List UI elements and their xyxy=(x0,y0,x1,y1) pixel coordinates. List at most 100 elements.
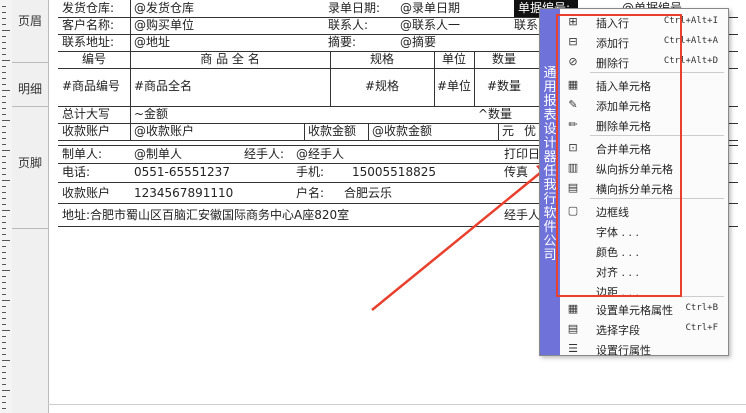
grid-cell[interactable]: 摘要: xyxy=(324,34,396,51)
grid-cell[interactable]: @摘要 xyxy=(396,34,536,51)
ruler-tick xyxy=(2,348,6,349)
band-separator xyxy=(12,62,48,63)
ruler-tick xyxy=(2,186,6,187)
grid-cell[interactable]: 联系人: xyxy=(324,17,396,34)
ruler-tick xyxy=(2,336,6,337)
grid-cell[interactable]: 客户名称: xyxy=(58,17,130,34)
ruler-tick xyxy=(2,144,6,145)
grid-cell[interactable]: 手机: xyxy=(292,162,348,182)
grid-cell[interactable]: @发货仓库 xyxy=(130,0,320,17)
grid-header-cell[interactable]: 商 品 全 名 xyxy=(130,51,330,68)
grid-cell[interactable]: #规格 xyxy=(330,78,434,95)
grid-cell[interactable]: @制单人 xyxy=(130,146,240,163)
ruler-tick xyxy=(2,252,6,253)
grid-cell[interactable]: 制单人: xyxy=(58,146,130,163)
grid-cell[interactable]: 优 xyxy=(520,123,540,140)
grid-cell[interactable]: 发货仓库: xyxy=(58,0,130,17)
grid-header-cell[interactable]: 单位 xyxy=(434,51,474,68)
ruler-tick xyxy=(2,72,6,73)
grid-cell[interactable]: 0551-65551237 xyxy=(130,162,260,182)
ruler-tick xyxy=(2,282,6,283)
ruler-tick xyxy=(2,384,6,385)
grid-cell[interactable]: #商品全名 xyxy=(130,78,330,95)
grid-cell[interactable]: 收款金额 xyxy=(304,123,368,140)
grid-cell[interactable]: @联系人一 xyxy=(396,17,506,34)
ruler-tick xyxy=(2,408,6,409)
grid-cell[interactable]: #商品编号 xyxy=(58,78,130,95)
ruler-tick xyxy=(2,378,6,379)
grid-header-cell[interactable]: 编号 xyxy=(58,51,130,68)
grid-cell[interactable]: 录单日期: xyxy=(324,0,400,17)
grid-cell[interactable]: 15005518825 xyxy=(348,162,478,182)
ruler-tick xyxy=(2,318,6,319)
ruler-tick xyxy=(2,192,6,193)
ruler-tick xyxy=(2,66,6,67)
grid-cell[interactable]: @收款账户 xyxy=(130,123,300,140)
ruler-tick xyxy=(2,36,6,37)
ruler-tick xyxy=(2,210,10,211)
grid-cell[interactable]: 收款账户 xyxy=(58,123,130,140)
grid-header-cell[interactable]: 规格 xyxy=(330,51,434,68)
band-label-footer[interactable]: 页脚 xyxy=(12,154,48,171)
menu-item[interactable]: ☰ 设置行属性 xyxy=(560,339,728,359)
grid-cell[interactable]: #单位 xyxy=(434,78,474,95)
ruler-tick xyxy=(2,18,6,19)
ruler-tick xyxy=(2,342,6,343)
grid-cell[interactable]: #数量 xyxy=(474,78,534,95)
ruler-tick xyxy=(2,300,10,301)
menu-item-label: 设置单元格属性 xyxy=(596,304,673,317)
ruler-tick xyxy=(2,270,10,271)
ruler-tick xyxy=(2,168,6,169)
ruler-tick xyxy=(2,360,10,361)
ruler-tick xyxy=(2,402,6,403)
ruler-tick xyxy=(2,246,6,247)
menu-item-shortcut: Ctrl+F xyxy=(685,323,718,333)
band-label-header[interactable]: 页眉 xyxy=(12,12,48,29)
grid-cell[interactable]: 打印日 xyxy=(500,146,540,163)
ruler-tick xyxy=(2,204,6,205)
ruler-tick xyxy=(2,156,6,157)
band-labels: 页眉 明细 页脚 xyxy=(12,0,49,413)
grid-cell[interactable]: ^数量 xyxy=(474,106,534,123)
ruler-tick xyxy=(2,390,10,391)
ruler-tick xyxy=(2,84,6,85)
menu-item-label: 设置行属性 xyxy=(596,344,651,357)
grid-cell[interactable]: 总计大写 xyxy=(58,106,130,123)
grid-cell[interactable]: 合肥云乐 xyxy=(340,183,440,203)
ruler-tick xyxy=(2,54,6,55)
grid-cell[interactable]: 联系地址: xyxy=(58,34,130,51)
grid-cell[interactable]: 1234567891110 xyxy=(130,183,260,203)
grid-cell[interactable]: 电话: xyxy=(58,162,130,182)
band-label-detail[interactable]: 明细 xyxy=(12,80,48,97)
ruler-tick xyxy=(2,78,6,79)
ruler-tick xyxy=(2,114,6,115)
grid-cell[interactable]: 地址:合肥市蜀山区百脑汇安徽国际商务中心A座820室 xyxy=(58,204,478,226)
menu-item[interactable]: ▤ 选择字段 Ctrl+F xyxy=(560,319,728,339)
grid-cell[interactable]: 收款账户 xyxy=(58,183,130,203)
grid-cell[interactable]: 经手人: xyxy=(240,146,296,163)
highlight-box xyxy=(556,14,682,297)
grid-cell[interactable]: @购买单位 xyxy=(130,17,320,34)
menu-item[interactable]: ▦ 设置单元格属性 Ctrl+B xyxy=(560,299,728,319)
select-field-icon: ▤ xyxy=(567,322,579,335)
grid-header-cell[interactable]: 数量 xyxy=(474,51,534,68)
ruler-tick xyxy=(2,372,6,373)
grid-cell[interactable]: 传真 xyxy=(500,162,540,182)
ruler-tick xyxy=(2,108,6,109)
ruler-tick xyxy=(2,24,6,25)
ruler-tick xyxy=(2,258,6,259)
grid-cell[interactable]: 元 xyxy=(498,123,520,140)
grid-cell[interactable]: @录单日期 xyxy=(396,0,506,17)
ruler-tick xyxy=(2,138,6,139)
band-separator xyxy=(12,106,48,107)
grid-cell[interactable]: ~金额 xyxy=(130,106,430,123)
ruler-tick xyxy=(2,6,6,7)
ruler-tick xyxy=(2,396,6,397)
ruler-tick xyxy=(2,132,6,133)
grid-cell[interactable]: @收款金额 xyxy=(368,123,498,140)
ruler-tick xyxy=(2,30,10,31)
grid-cell[interactable]: @地址 xyxy=(130,34,320,51)
ruler-tick xyxy=(2,354,6,355)
grid-cell[interactable]: @经手人 xyxy=(292,146,412,163)
ruler-tick xyxy=(2,240,10,241)
